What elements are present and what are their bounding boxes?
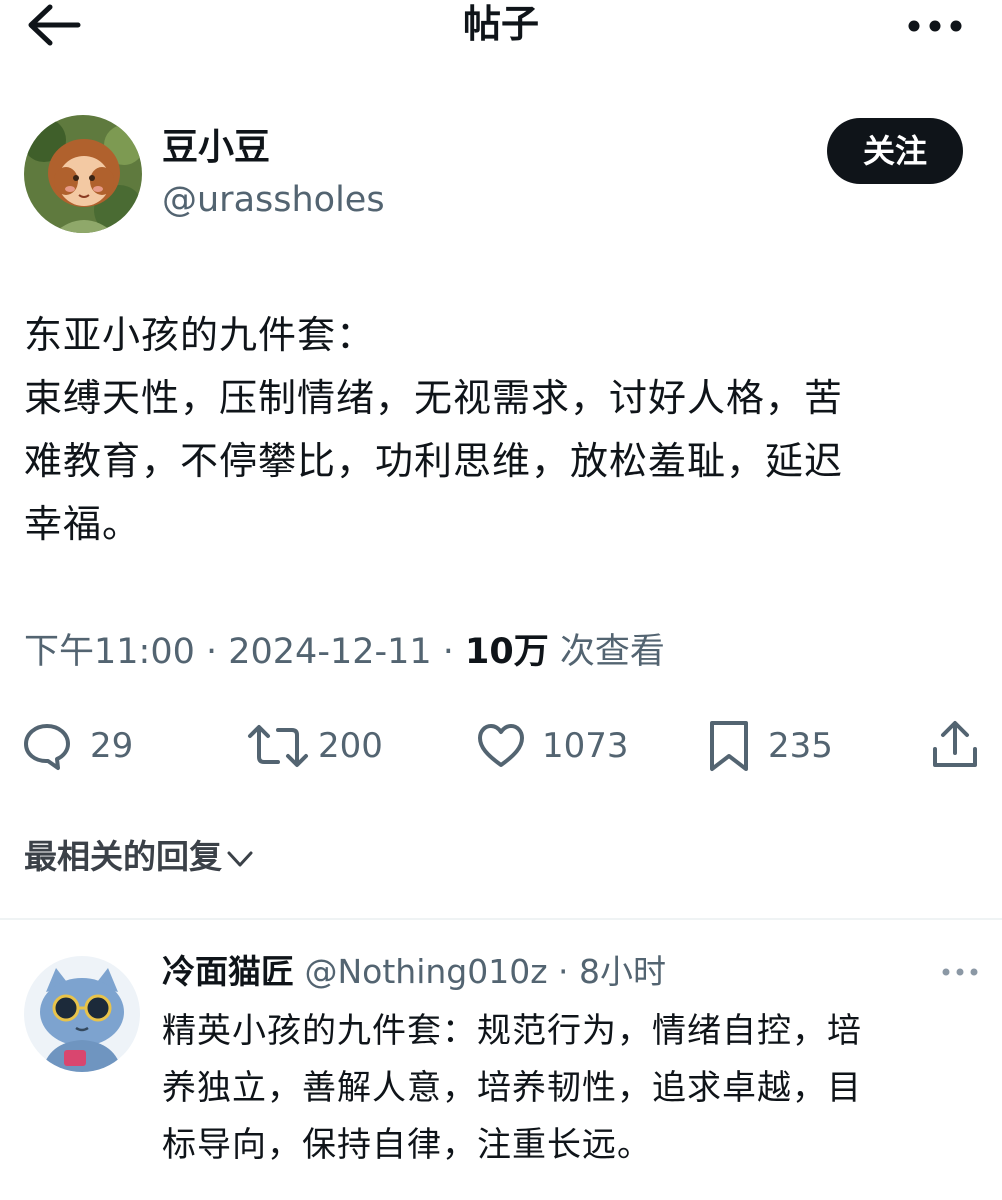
replies-sort-label: 最相关的回复	[24, 837, 222, 876]
post-text-line: 幸福。	[24, 502, 142, 546]
bookmark-count: 235	[768, 726, 833, 766]
page-title: 帖子	[462, 2, 539, 46]
share-button[interactable]	[930, 719, 980, 769]
like-count: 1073	[542, 726, 629, 766]
divider	[0, 918, 1002, 920]
author-avatar[interactable]	[24, 115, 142, 233]
reply-count: 29	[90, 726, 134, 766]
author-handle[interactable]: @urassholes	[162, 176, 385, 224]
more-horizontal-icon	[942, 968, 978, 976]
comment-icon	[24, 724, 70, 770]
retweet-button[interactable]	[246, 721, 310, 771]
reply-text-line: 养独立，善解人意，培养韧性，追求卓越，目	[162, 1068, 862, 1108]
retweet-count: 200	[318, 726, 383, 766]
like-button[interactable]	[476, 721, 526, 771]
post-text-line: 难教育，不停攀比，功利思维，放松羞耻，延迟	[24, 439, 844, 483]
author-name[interactable]: 豆小豆	[162, 124, 270, 172]
reply-button[interactable]	[22, 721, 72, 771]
reply-text: 精英小孩的九件套：规范行为，情绪自控，培 养独立，善解人意，培养韧性，追求卓越，…	[162, 1003, 982, 1174]
view-label: 次查看	[548, 632, 665, 672]
share-icon	[933, 721, 977, 767]
reply-author-name[interactable]: 冷面猫匠	[162, 952, 294, 991]
post-timestamp: 下午11:00 · 2024-12-11 ·	[24, 632, 466, 672]
reply-author-avatar[interactable]	[24, 956, 140, 1072]
replies-sort-dropdown[interactable]: 最相关的回复	[24, 832, 256, 882]
heart-icon	[478, 724, 524, 767]
reply-handle-time: @Nothing010z · 8小时	[294, 952, 667, 991]
reply-more-button[interactable]	[938, 962, 982, 982]
retweet-icon	[248, 725, 308, 767]
reply-text-line: 标导向，保持自律，注重长远。	[162, 1125, 652, 1165]
view-count[interactable]: 10万	[465, 632, 549, 672]
more-horizontal-icon	[908, 20, 962, 32]
post-text: 东亚小孩的九件套： 束缚天性，压制情绪，无视需求，讨好人格，苦 难教育，不停攀比…	[24, 304, 984, 556]
chevron-down-icon	[227, 851, 253, 866]
bookmark-icon	[710, 721, 748, 771]
post-text-line: 束缚天性，压制情绪，无视需求，讨好人格，苦	[24, 376, 844, 420]
follow-button[interactable]: 关注	[827, 118, 963, 184]
post-meta: 下午11:00 · 2024-12-11 · 10万 次查看	[24, 624, 665, 680]
bookmark-button[interactable]	[704, 719, 754, 771]
reply-header: 冷面猫匠 @Nothing010z · 8小时	[162, 946, 666, 998]
reply-text-line: 精英小孩的九件套：规范行为，情绪自控，培	[162, 1011, 862, 1051]
more-options-button[interactable]	[900, 4, 970, 44]
post-text-line: 东亚小孩的九件套：	[24, 313, 376, 357]
